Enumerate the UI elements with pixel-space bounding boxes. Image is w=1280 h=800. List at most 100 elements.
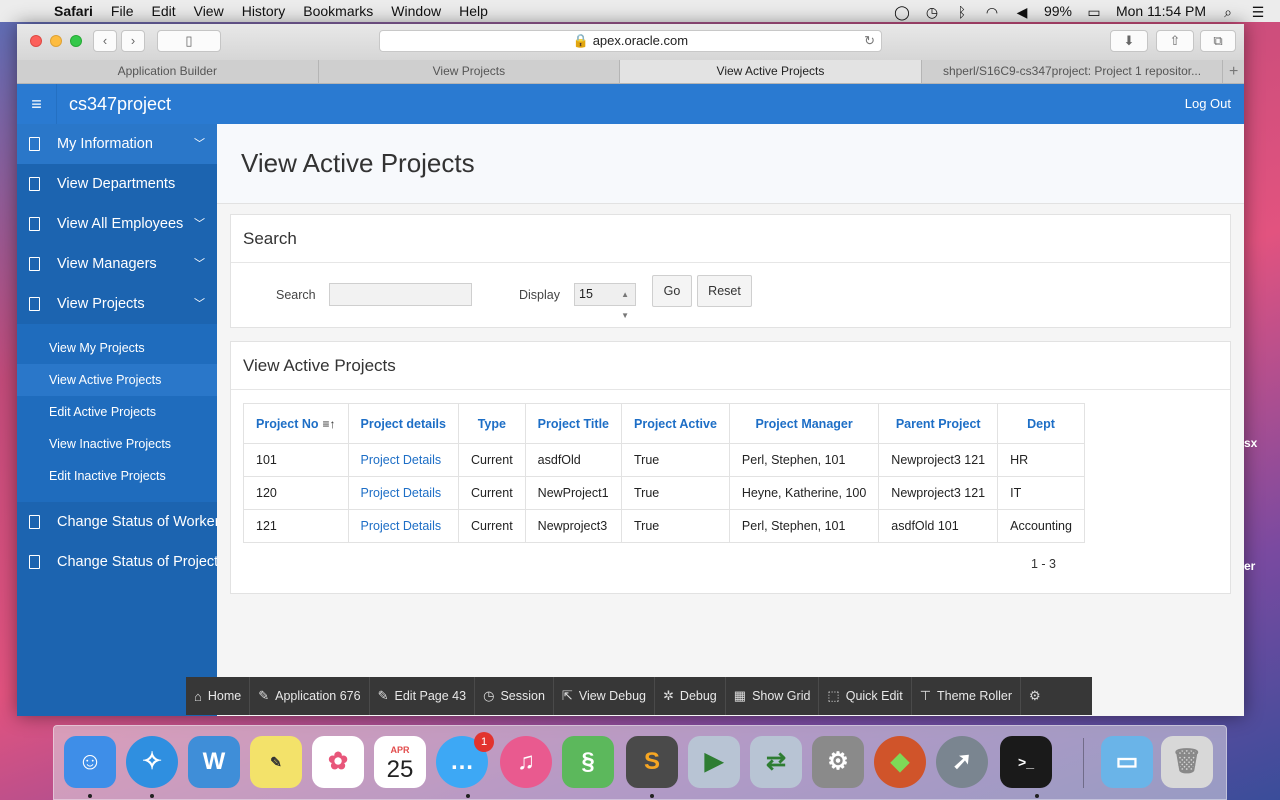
go-button[interactable]: Go xyxy=(652,275,692,307)
share-button[interactable]: ⇧ xyxy=(1156,30,1194,52)
forward-button[interactable]: › xyxy=(121,30,145,52)
database-network-icon[interactable]: ⇄ xyxy=(750,736,802,788)
sidebar-item-change-status-project[interactable]: Change Status of Project xyxy=(17,542,218,582)
sidebar-subitem-view-inactive-projects[interactable]: View Inactive Projects xyxy=(17,428,217,460)
messages-status-icon[interactable]: ◯ xyxy=(894,4,910,20)
battery-icon[interactable]: ▭ xyxy=(1086,4,1102,20)
column-header-project-no[interactable]: Project No ≡↑ xyxy=(243,403,349,444)
sims-icon[interactable]: ◆ xyxy=(874,736,926,788)
sidebar-item-view-departments[interactable]: View Departments xyxy=(17,164,217,204)
sort-ascending-icon[interactable]: ≡↑ xyxy=(323,417,336,431)
terminal-icon[interactable]: >_ xyxy=(1000,736,1052,788)
sidebar-item-my-information[interactable]: My Information ﹀ xyxy=(17,124,217,164)
column-header-project-details[interactable]: Project details xyxy=(347,403,459,444)
sidebar-item-view-managers[interactable]: View Managers ﹀ xyxy=(17,244,217,284)
tab-view-active-projects[interactable]: View Active Projects xyxy=(620,60,922,83)
logout-link[interactable]: Log Out xyxy=(1185,84,1231,124)
search-input[interactable] xyxy=(329,283,472,306)
sidebar-subitem-view-active-projects[interactable]: View Active Projects xyxy=(17,364,217,396)
sidebar-toggle-button[interactable]: ▯ xyxy=(157,30,221,52)
chevron-down-icon[interactable]: ﹀ xyxy=(194,284,205,324)
stickies-icon[interactable]: ✎ xyxy=(250,736,302,788)
back-button[interactable]: ‹ xyxy=(93,30,117,52)
menu-help[interactable]: Help xyxy=(459,3,488,19)
sidebar-item-view-projects[interactable]: View Projects ﹀ xyxy=(17,284,217,324)
downloads-button[interactable]: ⬇ xyxy=(1110,30,1148,52)
reload-icon[interactable]: ↻ xyxy=(864,31,875,51)
column-header-type[interactable]: Type xyxy=(457,403,526,444)
menu-app-safari[interactable]: Safari xyxy=(54,3,93,19)
dev-debug-button[interactable]: ✲ Debug xyxy=(655,677,726,715)
dev-show-grid-button[interactable]: ▦ Show Grid xyxy=(726,677,820,715)
project-details-link[interactable]: Project Details xyxy=(347,443,459,477)
bluetooth-icon[interactable]: ᛒ xyxy=(954,4,970,20)
time-machine-icon[interactable]: ◷ xyxy=(924,4,940,20)
dev-edit-page-button[interactable]: ✎ Edit Page 43 xyxy=(370,677,476,715)
clock-icon: ◷ xyxy=(483,688,495,703)
dev-theme-roller-button[interactable]: ⊤ Theme Roller xyxy=(912,677,1022,715)
reset-button[interactable]: Reset xyxy=(697,275,752,307)
spotlight-search-icon[interactable]: ⌕ xyxy=(1220,4,1236,20)
database-app-icon[interactable]: ▶ xyxy=(688,736,740,788)
dev-view-debug-button[interactable]: ⇱ View Debug xyxy=(554,677,656,715)
folder-icon[interactable]: ▭ xyxy=(1101,736,1153,788)
project-details-link[interactable]: Project Details xyxy=(347,476,459,510)
sidebar-subitem-view-my-projects[interactable]: View My Projects xyxy=(17,332,217,364)
system-preferences-icon[interactable]: ⚙ xyxy=(812,736,864,788)
tab-view-projects[interactable]: View Projects xyxy=(319,60,621,83)
chevron-down-icon[interactable]: ﹀ xyxy=(194,204,205,244)
chevron-down-icon[interactable]: ﹀ xyxy=(194,244,205,284)
menu-bookmarks[interactable]: Bookmarks xyxy=(303,3,373,19)
trash-icon[interactable]: 🗑 xyxy=(1161,736,1213,788)
dev-item-label: Application 676 xyxy=(275,689,361,703)
column-header-dept[interactable]: Dept xyxy=(997,403,1085,444)
menu-file[interactable]: File xyxy=(111,3,134,19)
menubar-clock[interactable]: Mon 11:54 PM xyxy=(1116,3,1206,19)
menu-history[interactable]: History xyxy=(242,3,286,19)
photos-icon[interactable]: ✿ xyxy=(312,736,364,788)
itunes-icon[interactable]: ♫ xyxy=(500,736,552,788)
column-header-project-active[interactable]: Project Active xyxy=(621,403,730,444)
minimize-window-button[interactable] xyxy=(50,35,62,47)
dev-quick-edit-button[interactable]: ⬚ Quick Edit xyxy=(819,677,912,715)
hamburger-menu-icon[interactable]: ≡ xyxy=(17,84,57,124)
word-icon[interactable]: W xyxy=(188,736,240,788)
dev-application-button[interactable]: ✎ Application 676 xyxy=(250,677,370,715)
column-header-project-manager[interactable]: Project Manager xyxy=(728,403,880,444)
chevron-down-icon[interactable]: ﹀ xyxy=(194,124,205,164)
launchpad-icon[interactable]: ➚ xyxy=(936,736,988,788)
background-window-fragment: sx xyxy=(1244,436,1258,450)
messages-icon[interactable]: … 1 xyxy=(436,732,494,788)
finder-icon[interactable]: ☺ xyxy=(64,736,116,788)
calendar-icon[interactable]: APR 25 xyxy=(374,736,426,788)
menu-view[interactable]: View xyxy=(194,3,224,19)
dev-home-button[interactable]: ⌂ Home xyxy=(186,677,251,715)
sublime-text-icon[interactable]: S xyxy=(626,736,678,788)
sidebar-subitem-edit-active-projects[interactable]: Edit Active Projects xyxy=(17,396,217,428)
sidebar-item-change-status-worker[interactable]: Change Status of Worker xyxy=(17,502,220,542)
close-window-button[interactable] xyxy=(30,35,42,47)
sidebar-item-view-all-employees[interactable]: View All Employees ﹀ xyxy=(17,204,217,244)
sidebar-subitem-edit-inactive-projects[interactable]: Edit Inactive Projects xyxy=(17,460,217,492)
column-header-parent-project[interactable]: Parent Project xyxy=(878,403,999,444)
tabs-overview-button[interactable]: ⧉ xyxy=(1200,30,1236,52)
safari-icon[interactable]: ✧ xyxy=(126,736,178,788)
notification-center-icon[interactable]: ☰ xyxy=(1250,4,1266,20)
menu-edit[interactable]: Edit xyxy=(151,3,175,19)
display-rows-select[interactable]: 15 ▲ ▼ xyxy=(574,283,636,320)
app-title[interactable]: cs347project xyxy=(69,84,171,124)
column-header-project-title[interactable]: Project Title xyxy=(524,403,623,444)
wifi-icon[interactable]: ◠ xyxy=(984,4,1000,20)
address-bar[interactable]: 🔒 apex.oracle.com ↻ xyxy=(379,30,882,52)
menu-window[interactable]: Window xyxy=(391,3,441,19)
project-details-link[interactable]: Project Details xyxy=(347,509,459,543)
dev-settings-button[interactable]: ⚙ xyxy=(1021,677,1055,715)
tab-application-builder[interactable]: Application Builder xyxy=(17,60,319,83)
battery-percent[interactable]: 99% xyxy=(1044,3,1072,19)
tab-github-repo[interactable]: shperl/S16C9-cs347project: Project 1 rep… xyxy=(922,60,1224,83)
dev-session-button[interactable]: ◷ Session xyxy=(475,677,554,715)
dbvisualizer-icon[interactable]: § xyxy=(562,736,614,788)
volume-icon[interactable]: ◀ xyxy=(1014,4,1030,20)
new-tab-button[interactable]: + xyxy=(1223,60,1244,83)
zoom-window-button[interactable] xyxy=(70,35,82,47)
